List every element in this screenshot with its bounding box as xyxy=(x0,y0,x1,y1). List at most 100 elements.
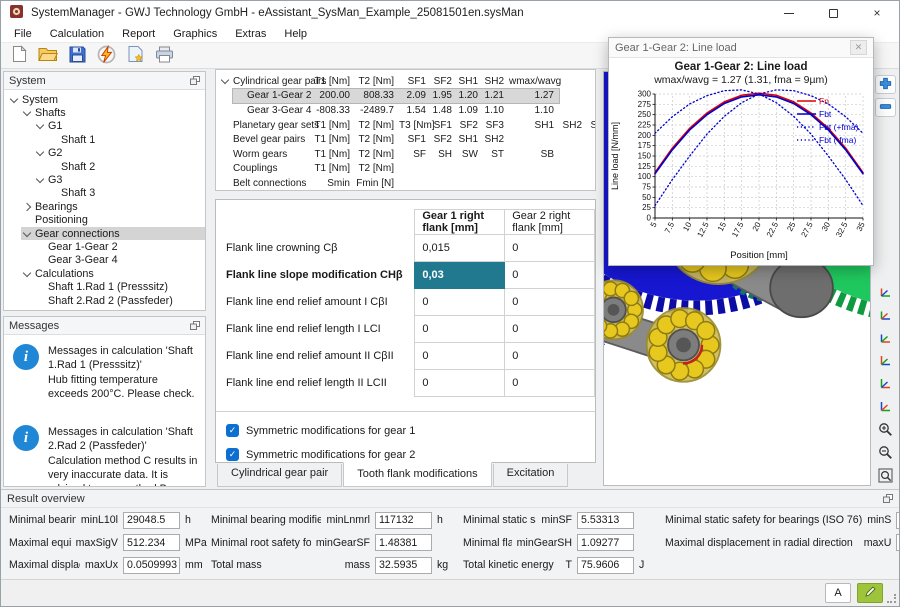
svg-text:275: 275 xyxy=(638,100,652,109)
zoom-out-button[interactable] xyxy=(875,444,896,463)
view-orientation-5-button[interactable] xyxy=(875,375,896,394)
tree-expander-icon[interactable] xyxy=(22,202,32,212)
tree-item-label: Calculations xyxy=(35,267,94,280)
tree-item-gear-connections[interactable]: Gear connections xyxy=(4,226,205,241)
tree-item-positioning[interactable]: Positioning xyxy=(4,214,205,227)
gear-overview-row-planetary-gear-sets[interactable]: Planetary gear sets T1 [Nm] T2 [Nm] T3 [Nm]… xyxy=(220,118,595,133)
print-button[interactable] xyxy=(151,44,177,67)
gear2-value-cell[interactable]: 0 xyxy=(504,315,595,343)
open-file-button[interactable] xyxy=(35,44,61,67)
minimize-button[interactable] xyxy=(767,1,811,25)
tree-item-shafts[interactable]: Shafts xyxy=(4,106,205,119)
menu-file[interactable]: File xyxy=(5,26,41,42)
tree-item-g1[interactable]: G1 xyxy=(4,120,205,133)
view-orientation-4-button[interactable] xyxy=(875,352,896,371)
undock-panel-button[interactable] xyxy=(883,494,893,503)
resize-grip[interactable] xyxy=(887,594,896,603)
result-value-field: 5.53313 xyxy=(577,511,634,529)
tree-item-bearings[interactable]: Bearings xyxy=(4,200,205,213)
modification-row-label: Flank line slope modification CHβ xyxy=(226,269,403,281)
tree-item-shaft-1-rad-1-presssitz[interactable]: Shaft 1.Rad 1 (Presssitz) xyxy=(4,280,205,293)
tree-expander-icon[interactable] xyxy=(22,268,32,278)
remove-component-button[interactable] xyxy=(874,98,896,117)
gear1-value-cell[interactable]: 0 xyxy=(414,315,506,343)
tree-expander-icon[interactable] xyxy=(22,228,32,237)
gear-overview-row-cylindrical-gear-pairs[interactable]: Cylindrical gear pairs T1 [Nm] T2 [Nm] SF1 S… xyxy=(220,74,595,89)
checkbox-symmetric-modifications-for-gear-2[interactable]: Symmetric modifications for gear 2 xyxy=(226,448,595,461)
tree-item-calculations[interactable]: Calculations xyxy=(4,267,205,280)
gear-overview-row-couplings[interactable]: Couplings T1 [Nm] T2 [Nm] xyxy=(220,162,595,177)
undock-panel-button[interactable] xyxy=(190,321,200,330)
gear-overview-cell: SH1 xyxy=(458,134,478,146)
new-document-button[interactable] xyxy=(6,44,32,67)
tree-expander-icon[interactable] xyxy=(9,94,19,103)
chart-subtitle: wmax/wavg = 1.27 (1.31, fma = 9µm) xyxy=(654,74,828,86)
tree-item-g2[interactable]: G2 xyxy=(4,147,205,160)
line-load-window: Gear 1-Gear 2: Line load ✕ Gear 1-Gear 2… xyxy=(608,37,874,266)
tree-item-shaft-1[interactable]: Shaft 1 xyxy=(4,133,205,146)
tree-expander-icon[interactable] xyxy=(35,148,45,157)
gear-overview-row-belt-connections[interactable]: Belt connections Smin Fmin [N] xyxy=(220,176,595,190)
maximize-button[interactable] xyxy=(811,1,855,25)
close-button[interactable]: × xyxy=(855,1,899,25)
gear2-value-cell[interactable]: 0 xyxy=(504,342,595,370)
gear1-value-cell[interactable]: 0 xyxy=(414,342,506,370)
edit-mode-button[interactable] xyxy=(857,583,883,603)
menu-help[interactable]: Help xyxy=(275,26,316,42)
gear-overview-row-label: Bevel gear pairs xyxy=(233,134,306,146)
modification-row-label: Flank line end relief length II LCII xyxy=(226,377,387,389)
add-component-button[interactable] xyxy=(874,75,896,94)
gear-overview-row-bevel-gear-pairs[interactable]: Bevel gear pairs T1 [Nm] T2 [Nm] SF1 SF2 SH1 S… xyxy=(220,132,595,147)
tree-expander-icon[interactable] xyxy=(22,107,32,117)
checkbox-symmetric-modifications-for-gear-1[interactable]: Symmetric modifications for gear 1 xyxy=(226,424,595,437)
view-orientation-2-button[interactable] xyxy=(875,306,896,325)
tab-tooth-flank-modifications[interactable]: Tooth flank modifications xyxy=(343,462,492,487)
result-label: Maximal equivalent stress xyxy=(9,536,71,549)
undock-panel-button[interactable] xyxy=(190,76,200,85)
gear1-value-cell[interactable]: 0,03 xyxy=(414,261,506,289)
view-orientation-1-button[interactable] xyxy=(875,283,896,302)
tree-item-g3[interactable]: G3 xyxy=(4,173,205,186)
tab-cylindrical-gear-pair[interactable]: Cylindrical gear pair xyxy=(217,464,343,487)
tree-item-shaft-2-rad-2-passfeder[interactable]: Shaft 2.Rad 2 (Passfeder) xyxy=(4,294,205,307)
close-icon[interactable]: ✕ xyxy=(850,40,867,55)
tree-item-shaft-2[interactable]: Shaft 2 xyxy=(4,160,205,173)
gear1-value-cell[interactable]: 0 xyxy=(414,369,506,397)
menu-extras[interactable]: Extras xyxy=(226,26,275,42)
menu-calculation[interactable]: Calculation xyxy=(41,26,113,42)
line-load-window-titlebar[interactable]: Gear 1-Gear 2: Line load ✕ xyxy=(609,38,873,58)
gear2-value-cell[interactable]: 0 xyxy=(504,261,595,289)
zoom-in-button[interactable] xyxy=(875,421,896,440)
tree-expander-icon[interactable] xyxy=(35,121,45,130)
gear-overview-row-gear-1-gear-2[interactable]: Gear 1-Gear 2 200.00 808.33 2.09 1.95 1.20 1.2… xyxy=(220,87,595,105)
tree-item-system[interactable]: System xyxy=(4,93,205,106)
result-column: Minimal static safety for bearings minSF 5… xyxy=(463,511,659,574)
tree-expander-icon[interactable] xyxy=(220,76,233,85)
gear-overview-row-worm-gears[interactable]: Worm gears T1 [Nm] T2 [Nm] SF SH SW ST SB xyxy=(220,147,595,162)
gear-overview-row-gear-3-gear-4[interactable]: Gear 3-Gear 4 -808.33 -2489.7 1.54 1.48 1.09 1… xyxy=(220,103,595,118)
gear1-value-cell[interactable]: 0,015 xyxy=(414,234,506,262)
new-report-button[interactable] xyxy=(122,44,148,67)
menu-graphics[interactable]: Graphics xyxy=(164,26,226,42)
annotation-mode-button[interactable]: A xyxy=(825,583,851,603)
tree-item-gear-1-gear-2[interactable]: Gear 1-Gear 2 xyxy=(4,240,205,253)
save-file-button[interactable] xyxy=(64,44,90,67)
gear1-value-cell[interactable]: 0 xyxy=(414,288,506,316)
view-orientation-3-button[interactable] xyxy=(875,329,896,348)
tree-item-gear-3-gear-4[interactable]: Gear 3-Gear 4 xyxy=(4,254,205,267)
svg-text:20: 20 xyxy=(751,220,763,233)
gear2-value-cell[interactable]: 0 xyxy=(504,234,595,262)
tab-excitation[interactable]: Excitation xyxy=(492,464,569,487)
zoom-fit-button[interactable] xyxy=(875,467,896,486)
view-orientation-6-button[interactable] xyxy=(875,398,896,417)
checkbox-checked-icon[interactable] xyxy=(226,424,239,437)
system-panel-title: System xyxy=(9,74,46,87)
tree-item-shaft-3[interactable]: Shaft 3 xyxy=(4,187,205,200)
calculate-button[interactable] xyxy=(93,44,119,67)
tree-expander-icon[interactable] xyxy=(35,174,45,184)
checkbox-checked-icon[interactable] xyxy=(226,448,239,461)
gear2-value-cell[interactable]: 0 xyxy=(504,369,595,397)
menu-report[interactable]: Report xyxy=(113,26,164,42)
gear2-value-cell[interactable]: 0 xyxy=(504,288,595,316)
result-maxux: Maximal displacement in x maxUx 0.0509993 m… xyxy=(9,556,205,574)
